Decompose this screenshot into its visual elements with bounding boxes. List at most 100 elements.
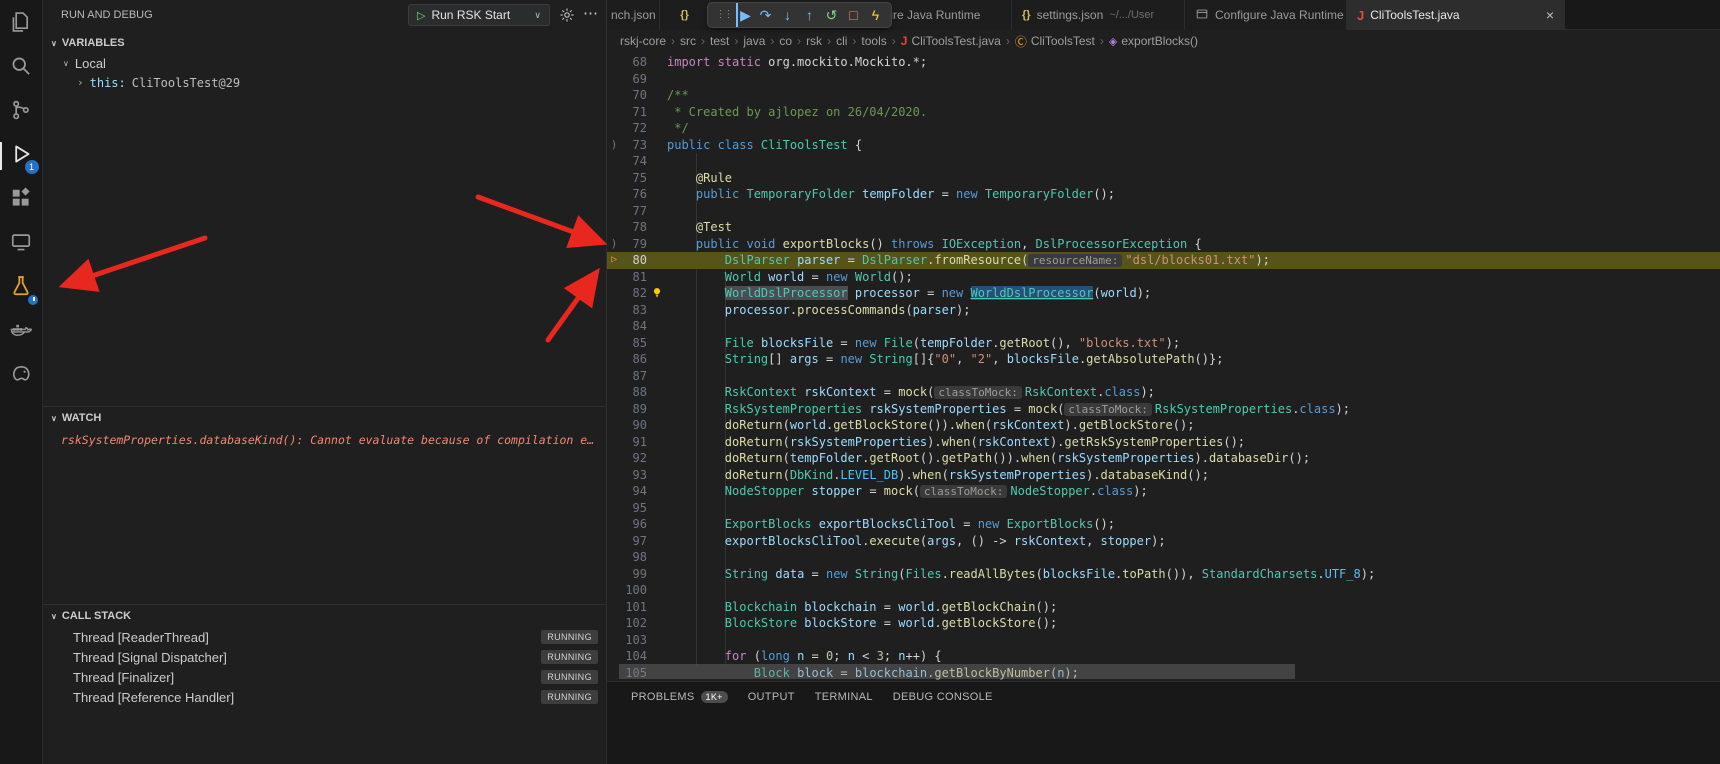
code-line-69[interactable]: 69 [607, 71, 1720, 88]
step-out-icon[interactable]: ↑ [800, 3, 819, 27]
call-stack-thread-3[interactable]: Thread [Reference Handler]RUNNING [43, 687, 606, 707]
activitybar-item-run-and-debug[interactable]: 1 [0, 134, 43, 178]
code-line-88[interactable]: 88 RskContext rskContext = mock(classToM… [607, 384, 1720, 401]
code-editor[interactable]: 68import static org.mockito.Mockito.*;69… [607, 52, 1720, 681]
editor-tab-5[interactable]: JCliToolsTest.java× [1347, 0, 1565, 30]
code-line-100[interactable]: 100 [607, 582, 1720, 599]
hot-code-replace-icon[interactable]: ϟ [866, 3, 885, 27]
watch-expression-error[interactable]: rskSystemProperties.databaseKind(): Cann… [43, 429, 606, 447]
editor-tab-0[interactable]: nch.json [607, 0, 660, 30]
panel-tab-problems[interactable]: PROBLEMS1K+ [631, 691, 728, 703]
gutter [607, 120, 621, 137]
activitybar-item-source-control[interactable] [0, 90, 43, 134]
code-line-74[interactable]: 74 [607, 153, 1720, 170]
call-stack-header[interactable]: ∨ CALL STACK [43, 605, 606, 627]
stop-icon[interactable]: □ [844, 3, 863, 27]
code-line-104[interactable]: 104 for (long n = 0; n < 3; n++) { [607, 648, 1720, 665]
code-line-72[interactable]: 72 */ [607, 120, 1720, 137]
breadcrumb-item-3[interactable]: java [743, 34, 765, 48]
restart-icon[interactable]: ↺ [822, 3, 841, 27]
breadcrumb-item-6[interactable]: cli [836, 34, 847, 48]
activitybar-item-remote-explorer[interactable] [0, 222, 43, 266]
close-icon[interactable]: × [1546, 7, 1554, 23]
editor-tab-4[interactable]: Configure Java Runtime [1185, 0, 1347, 30]
activitybar-item-docker[interactable] [0, 310, 43, 354]
drag-handle-icon[interactable]: ⋮⋮ [714, 3, 733, 27]
code-line-76[interactable]: 76 public TemporaryFolder tempFolder = n… [607, 186, 1720, 203]
breadcrumb-item-7[interactable]: tools [861, 34, 886, 48]
code-line-92[interactable]: 92 doReturn(tempFolder.getRoot().getPath… [607, 450, 1720, 467]
code-line-81[interactable]: 81 World world = new World(); [607, 269, 1720, 286]
code-line-80[interactable]: ▷80 DslParser parser = DslParser.fromRes… [607, 252, 1720, 269]
step-over-icon[interactable]: ↷ [756, 3, 775, 27]
breadcrumb-item-9[interactable]: ⒸCliToolsTest [1015, 33, 1095, 50]
breadcrumb-item-5[interactable]: rsk [806, 34, 822, 48]
debug-current-line-icon[interactable]: ▷ [607, 252, 621, 269]
code-line-75[interactable]: 75 @Rule [607, 170, 1720, 187]
code-line-86[interactable]: 86 String[] args = new String[]{"0", "2"… [607, 351, 1720, 368]
horizontal-scrollbar[interactable] [619, 664, 1295, 679]
call-stack-thread-0[interactable]: Thread [ReaderThread]RUNNING [43, 627, 606, 647]
code-line-89[interactable]: 89 RskSystemProperties rskSystemProperti… [607, 401, 1720, 418]
code-line-77[interactable]: 77 [607, 203, 1720, 220]
breadcrumb-item-2[interactable]: test [710, 34, 729, 48]
code-line-97[interactable]: 97 exportBlocksCliTool.execute(args, () … [607, 533, 1720, 550]
activitybar-item-explorer[interactable] [0, 2, 43, 46]
gear-icon[interactable] [559, 7, 575, 23]
code-line-102[interactable]: 102 BlockStore blockStore = world.getBlo… [607, 615, 1720, 632]
fold-marker-icon[interactable]: ) [607, 236, 621, 253]
class-icon: Ⓒ [1015, 33, 1027, 50]
activitybar-item-testing[interactable] [0, 266, 43, 310]
code-line-87[interactable]: 87 [607, 368, 1720, 385]
code-line-78[interactable]: 78 @Test [607, 219, 1720, 236]
activitybar-item-extensions[interactable] [0, 178, 43, 222]
watch-header[interactable]: ∨ WATCH [43, 407, 606, 429]
gutter-decoration [647, 368, 667, 385]
code-line-70[interactable]: 70/** [607, 87, 1720, 104]
activitybar-item-gradle[interactable] [0, 354, 43, 398]
debug-config-dropdown[interactable]: ▷ Run RSK Start ∨ [408, 4, 550, 26]
panel-tab-debug-console[interactable]: DEBUG CONSOLE [893, 691, 993, 703]
code-line-93[interactable]: 93 doReturn(DbKind.LEVEL_DB).when(rskSys… [607, 467, 1720, 484]
code-line-96[interactable]: 96 ExportBlocks exportBlocksCliTool = ne… [607, 516, 1720, 533]
code-line-85[interactable]: 85 File blocksFile = new File(tempFolder… [607, 335, 1720, 352]
code-line-83[interactable]: 83 processor.processCommands(parser); [607, 302, 1720, 319]
fold-marker-icon[interactable]: ) [607, 137, 621, 154]
code-line-98[interactable]: 98 [607, 549, 1720, 566]
lightbulb-icon[interactable] [647, 285, 667, 302]
code-line-84[interactable]: 84 [607, 318, 1720, 335]
gutter-decoration [647, 582, 667, 599]
editor-tab-3[interactable]: {}settings.json~/.../User [1012, 0, 1185, 30]
editor-tab-1[interactable]: {} [660, 0, 710, 30]
breadcrumb-item-8[interactable]: JCliToolsTest.java [901, 34, 1001, 48]
breadcrumb-item-10[interactable]: ◈exportBlocks() [1109, 34, 1198, 48]
code-line-82[interactable]: 82 WorldDslProcessor processor = new Wor… [607, 285, 1720, 302]
variable-this[interactable]: › this: CliToolsTest@29 [43, 73, 606, 92]
call-stack-thread-2[interactable]: Thread [Finalizer]RUNNING [43, 667, 606, 687]
panel-tab-output[interactable]: OUTPUT [748, 691, 795, 703]
step-into-icon[interactable]: ↓ [778, 3, 797, 27]
code-line-103[interactable]: 103 [607, 632, 1720, 649]
breadcrumb-item-1[interactable]: src [680, 34, 696, 48]
panel-tab-terminal[interactable]: TERMINAL [815, 691, 873, 703]
code-line-90[interactable]: 90 doReturn(world.getBlockStore()).when(… [607, 417, 1720, 434]
breadcrumb-item-0[interactable]: rskj-core [620, 34, 666, 48]
code-line-73[interactable]: )73public class CliToolsTest { [607, 137, 1720, 154]
breadcrumb-item-4[interactable]: co [779, 34, 792, 48]
call-stack-thread-1[interactable]: Thread [Signal Dispatcher]RUNNING [43, 647, 606, 667]
code-line-71[interactable]: 71 * Created by ajlopez on 26/04/2020. [607, 104, 1720, 121]
code-line-95[interactable]: 95 [607, 500, 1720, 517]
code-line-79[interactable]: )79 public void exportBlocks() throws IO… [607, 236, 1720, 253]
code-line-68[interactable]: 68import static org.mockito.Mockito.*; [607, 54, 1720, 71]
variables-header[interactable]: ∨ VARIABLES [43, 32, 606, 54]
more-actions-icon[interactable]: ⋯ [583, 4, 599, 22]
code-line-99[interactable]: 99 String data = new String(Files.readAl… [607, 566, 1720, 583]
activitybar-item-search[interactable] [0, 46, 43, 90]
variables-scope-local[interactable]: ∨ Local [43, 54, 606, 73]
code-line-101[interactable]: 101 Blockchain blockchain = world.getBlo… [607, 599, 1720, 616]
start-debug-icon[interactable]: ▷ [417, 9, 425, 22]
code-text: BlockStore blockStore = world.getBlockSt… [667, 615, 1057, 632]
continue-icon[interactable]: ▶ [736, 3, 753, 27]
code-line-94[interactable]: 94 NodeStopper stopper = mock(classToMoc… [607, 483, 1720, 500]
code-line-91[interactable]: 91 doReturn(rskSystemProperties).when(rs… [607, 434, 1720, 451]
